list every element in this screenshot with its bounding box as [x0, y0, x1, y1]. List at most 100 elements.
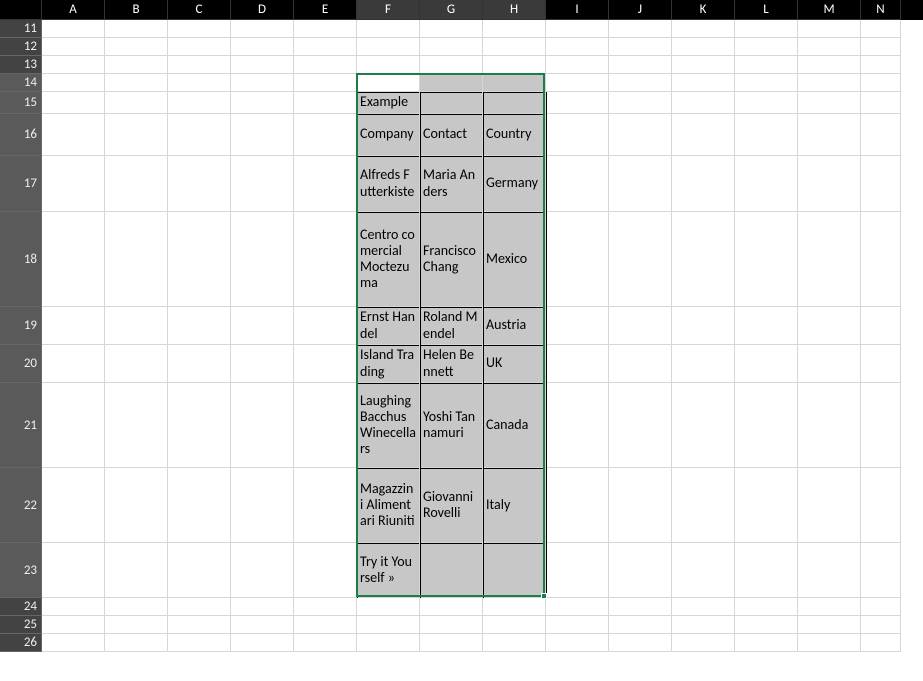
cell-L15[interactable]: [735, 92, 798, 114]
cell-B11[interactable]: [105, 20, 168, 38]
row-header-22[interactable]: 22: [0, 468, 42, 543]
cell-L17[interactable]: [735, 156, 798, 212]
cell-C20[interactable]: [168, 345, 231, 383]
cell-B12[interactable]: [105, 38, 168, 56]
cell-G18[interactable]: Francisco Chang: [420, 212, 483, 307]
row-header-12[interactable]: 12: [0, 38, 42, 56]
cell-L25[interactable]: [735, 616, 798, 634]
cell-J13[interactable]: [609, 56, 672, 74]
cell-A14[interactable]: [42, 74, 105, 92]
cell-I26[interactable]: [546, 634, 609, 652]
cell-E21[interactable]: [294, 383, 357, 468]
cell-N23[interactable]: [861, 543, 901, 598]
cell-D26[interactable]: [231, 634, 294, 652]
row-header-23[interactable]: 23: [0, 543, 42, 598]
cell-J26[interactable]: [609, 634, 672, 652]
cell-grid[interactable]: ExampleCompanyContactCountryAlfreds Futt…: [42, 20, 923, 681]
cell-D16[interactable]: [231, 114, 294, 156]
cell-A15[interactable]: [42, 92, 105, 114]
cell-K13[interactable]: [672, 56, 735, 74]
column-header-A[interactable]: A: [42, 0, 105, 20]
cell-C12[interactable]: [168, 38, 231, 56]
cell-G15[interactable]: [420, 92, 483, 114]
cell-I23[interactable]: [546, 543, 609, 598]
cell-I20[interactable]: [546, 345, 609, 383]
cell-J19[interactable]: [609, 307, 672, 345]
row-header-18[interactable]: 18: [0, 212, 42, 307]
cell-B23[interactable]: [105, 543, 168, 598]
cell-K25[interactable]: [672, 616, 735, 634]
row-header-20[interactable]: 20: [0, 345, 42, 383]
cell-F25[interactable]: [357, 616, 420, 634]
cell-G17[interactable]: Maria Anders: [420, 156, 483, 212]
cell-F20[interactable]: Island Trading: [357, 345, 420, 383]
cell-L20[interactable]: [735, 345, 798, 383]
cell-C19[interactable]: [168, 307, 231, 345]
cell-K23[interactable]: [672, 543, 735, 598]
cell-L21[interactable]: [735, 383, 798, 468]
cell-H15[interactable]: [483, 92, 546, 114]
cell-G16[interactable]: Contact: [420, 114, 483, 156]
cell-E12[interactable]: [294, 38, 357, 56]
cell-B26[interactable]: [105, 634, 168, 652]
cell-I17[interactable]: [546, 156, 609, 212]
cell-H17[interactable]: Germany: [483, 156, 546, 212]
cell-I22[interactable]: [546, 468, 609, 543]
cell-E11[interactable]: [294, 20, 357, 38]
cell-A25[interactable]: [42, 616, 105, 634]
cell-G24[interactable]: [420, 598, 483, 616]
cell-J23[interactable]: [609, 543, 672, 598]
cell-N17[interactable]: [861, 156, 901, 212]
cell-A11[interactable]: [42, 20, 105, 38]
cell-I11[interactable]: [546, 20, 609, 38]
cell-J22[interactable]: [609, 468, 672, 543]
cell-L19[interactable]: [735, 307, 798, 345]
row-header-15[interactable]: 15: [0, 92, 42, 114]
column-header-L[interactable]: L: [735, 0, 798, 20]
cell-A24[interactable]: [42, 598, 105, 616]
cell-H25[interactable]: [483, 616, 546, 634]
cell-K21[interactable]: [672, 383, 735, 468]
cell-N12[interactable]: [861, 38, 901, 56]
cell-M21[interactable]: [798, 383, 861, 468]
cell-I14[interactable]: [546, 74, 609, 92]
cell-L12[interactable]: [735, 38, 798, 56]
cell-B17[interactable]: [105, 156, 168, 212]
cell-M25[interactable]: [798, 616, 861, 634]
cell-L16[interactable]: [735, 114, 798, 156]
cell-J11[interactable]: [609, 20, 672, 38]
cell-N20[interactable]: [861, 345, 901, 383]
select-all-corner[interactable]: [0, 0, 42, 20]
cell-A20[interactable]: [42, 345, 105, 383]
row-header-13[interactable]: 13: [0, 56, 42, 74]
cell-A21[interactable]: [42, 383, 105, 468]
cell-N25[interactable]: [861, 616, 901, 634]
cell-B19[interactable]: [105, 307, 168, 345]
cell-J24[interactable]: [609, 598, 672, 616]
column-header-E[interactable]: E: [294, 0, 357, 20]
row-header-25[interactable]: 25: [0, 616, 42, 634]
cell-C25[interactable]: [168, 616, 231, 634]
cell-K19[interactable]: [672, 307, 735, 345]
cell-G20[interactable]: Helen Bennett: [420, 345, 483, 383]
cell-N14[interactable]: [861, 74, 901, 92]
cell-D15[interactable]: [231, 92, 294, 114]
cell-C17[interactable]: [168, 156, 231, 212]
cell-G22[interactable]: Giovanni Rovelli: [420, 468, 483, 543]
cell-H26[interactable]: [483, 634, 546, 652]
cell-L14[interactable]: [735, 74, 798, 92]
cell-A16[interactable]: [42, 114, 105, 156]
cell-C14[interactable]: [168, 74, 231, 92]
cell-D14[interactable]: [231, 74, 294, 92]
cell-G13[interactable]: [420, 56, 483, 74]
cell-N16[interactable]: [861, 114, 901, 156]
cell-J18[interactable]: [609, 212, 672, 307]
cell-F12[interactable]: [357, 38, 420, 56]
cell-H13[interactable]: [483, 56, 546, 74]
cell-C16[interactable]: [168, 114, 231, 156]
cell-E15[interactable]: [294, 92, 357, 114]
cell-D18[interactable]: [231, 212, 294, 307]
cell-A12[interactable]: [42, 38, 105, 56]
column-header-N[interactable]: N: [861, 0, 901, 20]
cell-G14[interactable]: [420, 74, 483, 92]
